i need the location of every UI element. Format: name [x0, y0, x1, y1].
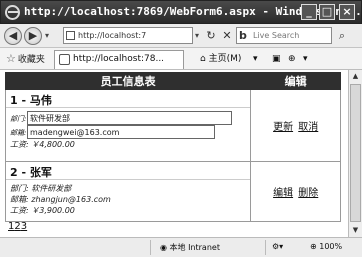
star-icon: ☆ [6, 52, 16, 65]
address-toolbar: ◀ ▶ ▾ http://localhost:7 ▾ ↻ ✕ b Live Se… [0, 24, 362, 48]
pager: 123 [8, 221, 27, 232]
table-row: 2 - 张军 部门: 软件研发部 邮箱: zhangjun@163.com 工资… [4, 161, 341, 222]
close-button[interactable]: × [339, 4, 355, 20]
zoom-level[interactable]: ⊕ 100% [310, 242, 342, 251]
salary-text: 工资: ￥3,900.00 [10, 206, 75, 215]
print-icon[interactable]: ⊕ [288, 52, 296, 66]
scroll-thumb[interactable] [350, 84, 361, 222]
ie-logo-icon [5, 5, 20, 20]
dept-label: 部门: [10, 115, 27, 123]
edit-link[interactable]: 编辑 [273, 188, 293, 199]
status-divider [150, 240, 151, 255]
window-titlebar: http://localhost:7869/WebForm6.aspx - Wi… [0, 0, 362, 24]
header-employee-info: 员工信息表 [4, 72, 252, 90]
forward-button[interactable]: ▶ [24, 27, 42, 45]
search-placeholder: Live Search [253, 31, 300, 40]
delete-link[interactable]: 删除 [298, 188, 318, 199]
favorites-toolbar: ☆ 收藏夹 http://localhost:78... ⌂ 主页(M) ▾ ▣ … [0, 48, 362, 70]
scroll-down-icon[interactable]: ▼ [349, 224, 362, 237]
history-dropdown-icon[interactable]: ▾ [45, 31, 49, 40]
update-link[interactable]: 更新 [273, 122, 293, 133]
tab-current-page[interactable]: http://localhost:78... [54, 50, 184, 69]
home-dropdown-icon[interactable]: ▾ [253, 52, 258, 66]
scroll-up-icon[interactable]: ▲ [349, 70, 362, 83]
refresh-icon[interactable]: ↻ [203, 28, 219, 44]
status-bar: ◉ 本地 Intranet ⚙▾ ⊕ 100% [0, 237, 362, 257]
page-link-3[interactable]: 3 [21, 221, 27, 232]
zone-icon: ◉ [160, 243, 167, 252]
address-url: http://localhost:7 [78, 31, 147, 40]
page-icon [59, 54, 70, 65]
status-divider [265, 240, 266, 255]
minimize-button[interactable]: _ [301, 4, 317, 20]
email-text: 邮箱: zhangjun@163.com [10, 195, 111, 204]
print-dropdown-icon[interactable]: ▾ [303, 52, 308, 66]
back-button[interactable]: ◀ [4, 27, 22, 45]
search-input[interactable]: b Live Search [236, 27, 332, 44]
email-field[interactable] [27, 125, 215, 139]
dept-field[interactable] [27, 111, 232, 125]
security-zone: ◉ 本地 Intranet [160, 243, 220, 252]
feeds-icon[interactable]: ▣ [272, 52, 281, 66]
address-input[interactable]: http://localhost:7 [63, 27, 193, 44]
table-row: 1 - 马伟 部门: 邮箱: 工资: ￥4,800.00 更新 取消 [4, 89, 341, 162]
dept-text: 部门: 软件研发部 [10, 184, 72, 193]
live-search-logo-icon: b [239, 29, 247, 42]
zoom-icon: ⊕ [310, 242, 317, 251]
stop-icon[interactable]: ✕ [219, 28, 235, 44]
header-edit: 编辑 [250, 72, 341, 90]
cancel-link[interactable]: 取消 [298, 122, 318, 133]
employee-title: 2 - 张军 [6, 162, 251, 180]
email-label: 邮箱: [10, 129, 27, 137]
page-icon [66, 31, 75, 40]
employee-title: 1 - 马伟 [6, 90, 251, 108]
home-button[interactable]: ⌂ 主页(M) [200, 52, 241, 66]
employee-grid: 员工信息表 编辑 1 - 马伟 部门: 邮箱: 工资: ￥4,800.00 [4, 72, 341, 222]
home-icon: ⌂ [200, 54, 206, 64]
address-dropdown-icon[interactable]: ▾ [195, 31, 199, 40]
search-go-icon[interactable]: ⌕ [334, 28, 350, 44]
page-content: 员工信息表 编辑 1 - 马伟 部门: 邮箱: 工资: ￥4,800.00 [0, 70, 348, 237]
tab-title: http://localhost:78... [73, 54, 165, 64]
favorites-button[interactable]: ☆ 收藏夹 [6, 52, 45, 67]
salary-text: 工资: ￥4,800.00 [10, 140, 75, 149]
maximize-button[interactable]: □ [319, 4, 335, 20]
protected-mode-icon[interactable]: ⚙▾ [272, 242, 283, 251]
vertical-scrollbar[interactable]: ▲ ▼ [348, 70, 362, 237]
